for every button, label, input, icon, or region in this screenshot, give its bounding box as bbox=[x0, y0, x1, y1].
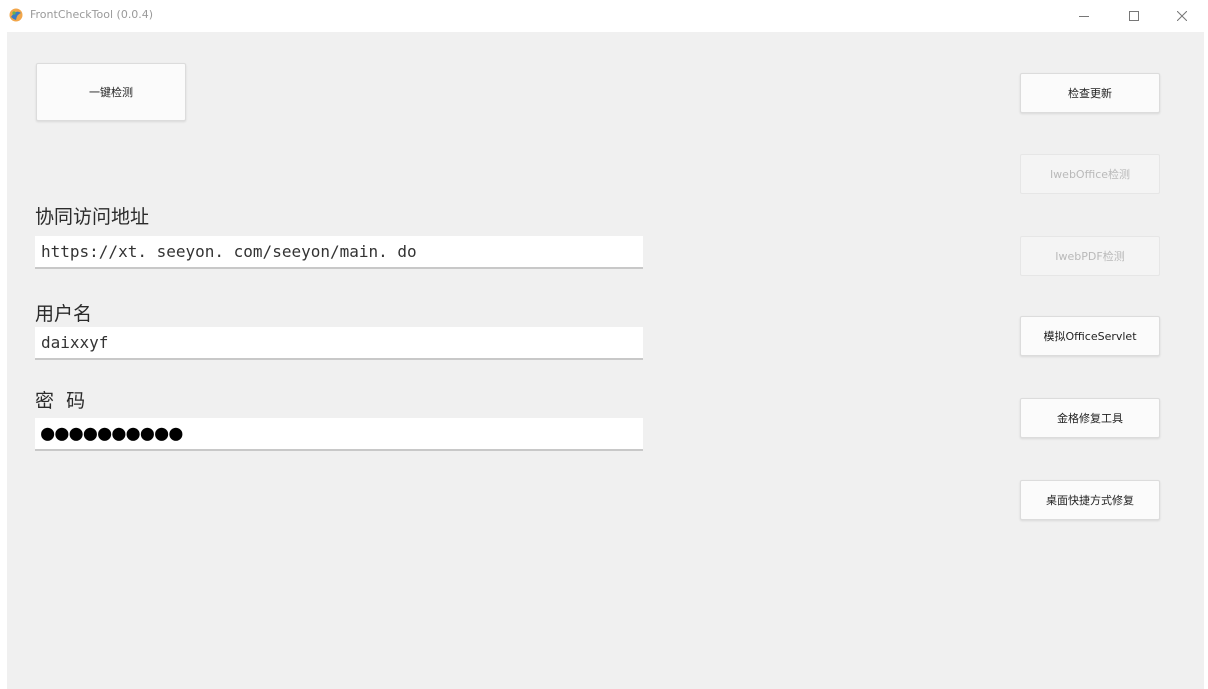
password-input[interactable]: ●●●●●●●●●● bbox=[35, 418, 643, 451]
minimize-button[interactable] bbox=[1064, 0, 1104, 32]
app-window: FrontCheckTool (0.0.4) 一键检测 协同访问地址 https… bbox=[0, 0, 1208, 689]
server-url-input[interactable]: https://xt. seeyon. com/seeyon/main. do bbox=[35, 236, 643, 269]
check-update-button[interactable]: 检查更新 bbox=[1020, 73, 1160, 113]
maximize-button[interactable] bbox=[1114, 0, 1154, 32]
one-click-check-button[interactable]: 一键检测 bbox=[36, 63, 186, 121]
password-label: 密 码 bbox=[35, 390, 86, 412]
close-icon bbox=[1177, 11, 1187, 21]
username-input[interactable]: daixxyf bbox=[35, 327, 643, 360]
iwebpdf-check-button[interactable]: IwebPDF检测 bbox=[1020, 236, 1160, 276]
username-label: 用户名 bbox=[35, 303, 93, 325]
desktop-shortcut-repair-button[interactable]: 桌面快捷方式修复 bbox=[1020, 480, 1160, 520]
maximize-icon bbox=[1129, 11, 1139, 21]
title-bar[interactable]: FrontCheckTool (0.0.4) bbox=[0, 0, 1208, 32]
iweboffice-check-button[interactable]: IwebOffice检测 bbox=[1020, 154, 1160, 194]
minimize-icon bbox=[1079, 16, 1089, 17]
main-panel: 一键检测 协同访问地址 https://xt. seeyon. com/seey… bbox=[7, 32, 1204, 689]
kinggrid-repair-tool-button[interactable]: 金格修复工具 bbox=[1020, 398, 1160, 438]
password-mask: ●●●●●●●●●● bbox=[41, 421, 184, 446]
close-button[interactable] bbox=[1162, 0, 1202, 32]
window-title: FrontCheckTool (0.0.4) bbox=[30, 8, 154, 21]
simulate-officeservlet-button[interactable]: 模拟OfficeServlet bbox=[1020, 316, 1160, 356]
server-url-label: 协同访问地址 bbox=[35, 206, 150, 228]
app-logo-icon bbox=[9, 8, 23, 22]
